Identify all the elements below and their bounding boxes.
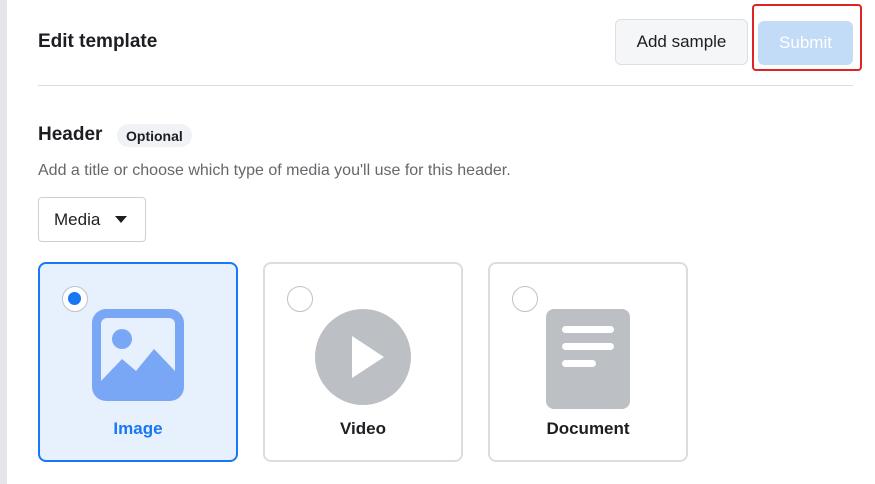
media-option-image[interactable]: Image — [38, 262, 238, 462]
submit-button[interactable]: Submit — [758, 21, 853, 65]
document-icon — [546, 309, 630, 414]
header-divider — [38, 85, 853, 86]
media-option-label: Image — [113, 419, 163, 438]
radio-image[interactable] — [62, 286, 88, 312]
left-edge-strip — [0, 0, 7, 484]
radio-selected-dot — [68, 292, 81, 305]
add-sample-button[interactable]: Add sample — [615, 19, 748, 65]
radio-document[interactable] — [512, 286, 538, 312]
radio-video[interactable] — [287, 286, 313, 312]
media-option-label: Document — [546, 419, 630, 438]
header-type-select-value: Media — [54, 209, 101, 229]
media-option-label: Video — [340, 419, 386, 438]
optional-badge: Optional — [117, 124, 192, 147]
media-option-document[interactable]: Document — [488, 262, 688, 462]
play-icon — [315, 309, 411, 410]
helper-text: Add a title or choose which type of medi… — [38, 162, 511, 179]
media-option-video[interactable]: Video — [263, 262, 463, 462]
caret-down-icon — [115, 216, 128, 223]
section-title: Header — [38, 124, 103, 145]
header-type-select[interactable]: Media — [38, 197, 146, 242]
image-icon — [92, 309, 184, 406]
page-title: Edit template — [38, 31, 158, 52]
